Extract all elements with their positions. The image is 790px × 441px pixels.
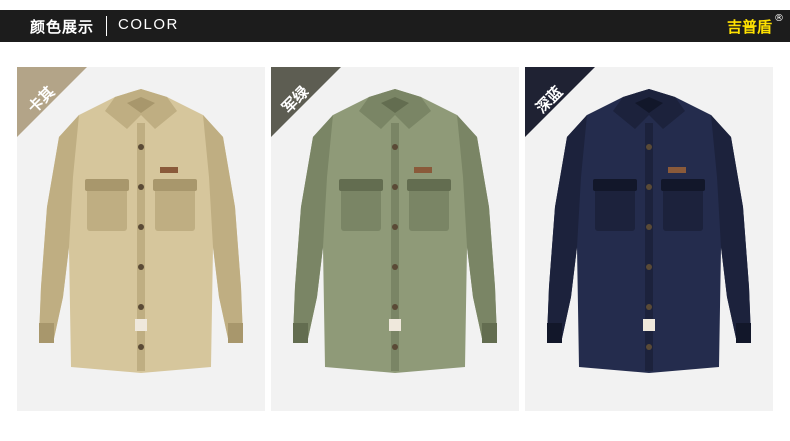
placket [137,123,145,371]
hem-label [135,319,147,331]
shirt-button [646,224,652,230]
registered-mark: ® [774,13,784,24]
shirt-button [392,344,398,350]
cuff-left [547,323,562,343]
pocket-flap-right [407,179,451,191]
product-card-navy[interactable]: 深蓝 [525,67,773,411]
shirt-button [646,144,652,150]
shirt-button [138,304,144,310]
leather-badge [414,167,432,173]
shirt-button [392,264,398,270]
pocket-left [595,185,635,231]
section-title-en: COLOR [118,16,179,33]
header-bar: 颜色展示 COLOR 吉普盾 ® [0,10,790,42]
cuff-left [293,323,308,343]
hem-label [389,319,401,331]
shirt-button [138,264,144,270]
placket [645,123,653,371]
pocket-flap-left [85,179,129,191]
shirt-button [392,144,398,150]
shirt-button [392,184,398,190]
section-title-cn: 颜色展示 [30,18,95,36]
brand-name: 吉普盾 [726,18,772,36]
leather-badge [160,167,178,173]
pocket-flap-left [339,179,383,191]
shirt-button [138,144,144,150]
title-divider [106,16,107,36]
pocket-left [87,185,127,231]
pocket-flap-right [153,179,197,191]
pocket-left [341,185,381,231]
shirt-button [138,344,144,350]
cuff-left [39,323,54,343]
pocket-right [663,185,703,231]
pocket-right [409,185,449,231]
shirt-button [646,264,652,270]
cuff-right [482,323,497,343]
pocket-flap-right [661,179,705,191]
shirt-button [646,344,652,350]
leather-badge [668,167,686,173]
shirt-button [138,224,144,230]
hem-label [643,319,655,331]
shirt-button [392,304,398,310]
shirt-button [646,304,652,310]
placket [391,123,399,371]
shirt-button [392,224,398,230]
shirt-button [646,184,652,190]
shirt-button [138,184,144,190]
product-card-army-green[interactable]: 军绿 [271,67,519,411]
pocket-flap-left [593,179,637,191]
pocket-right [155,185,195,231]
cuff-right [228,323,243,343]
product-card-khaki[interactable]: 卡其 [17,67,265,411]
cuff-right [736,323,751,343]
